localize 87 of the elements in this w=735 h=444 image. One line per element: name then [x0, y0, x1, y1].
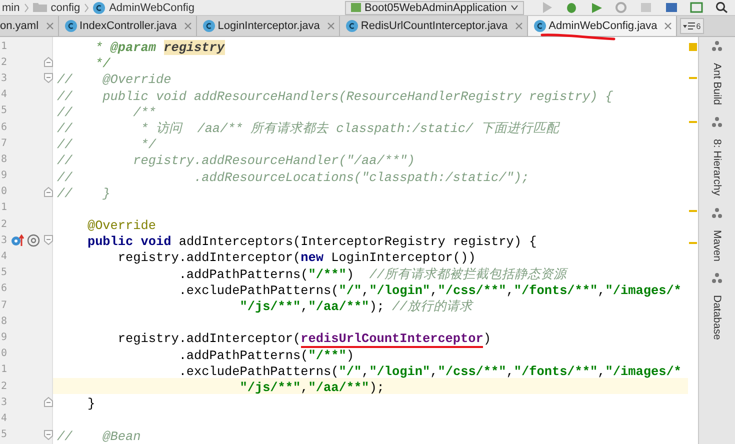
class-icon	[346, 20, 358, 32]
fold-icon[interactable]	[44, 73, 53, 84]
breadcrumb-item[interactable]: config	[50, 2, 80, 14]
tool-window-button[interactable]: 8: Hierarchy	[711, 139, 723, 196]
code-line: // @Bean	[56, 428, 141, 444]
code-line: // */	[56, 137, 156, 154]
code-line: }	[86, 396, 96, 412]
code-line: // .addResourceLocations("classpath:/static/");	[56, 170, 530, 186]
line-number: 3	[1, 396, 8, 408]
code-line: * @param registry	[94, 40, 225, 56]
line-number: 3	[1, 72, 8, 84]
line-number: 5	[1, 429, 8, 440]
line-number: 9	[1, 332, 8, 343]
line-number: 5	[1, 105, 8, 116]
code-line: registry.addInterceptor(redisUrlCountInterceptor)	[116, 331, 491, 348]
editor-tab[interactable]: AdminWebConfig.java	[528, 16, 678, 36]
close-icon[interactable]	[184, 22, 192, 30]
code-line: .addPathPatterns("/**")	[178, 348, 354, 364]
line-number: 7	[1, 138, 8, 149]
tab-list-button[interactable]: 6	[680, 18, 704, 34]
code-line: @Override	[86, 218, 156, 234]
tool-window-icon[interactable]	[712, 41, 722, 51]
line-number: 8	[1, 154, 8, 165]
tool-window-icon[interactable]	[712, 117, 722, 128]
breadcrumb-item[interactable]: AdminWebConfig	[109, 2, 194, 14]
line-number: 1	[1, 40, 8, 52]
tool-window-icon[interactable]	[712, 273, 722, 284]
class-icon	[64, 20, 77, 32]
fold-icon[interactable]	[44, 57, 53, 68]
line-number: 7	[1, 300, 8, 311]
code-line: .excludePathPatterns("/","/login","/css/**","/fonts/**","/images/*	[178, 364, 682, 380]
line-number: 2	[1, 380, 8, 392]
fold-icon[interactable]	[44, 186, 53, 197]
code-line: */	[94, 56, 110, 72]
line-number: 1	[1, 364, 8, 376]
code-line: public void addInterceptors(InterceptorRegistry registry) {	[86, 234, 537, 250]
line-number: 1	[1, 202, 8, 214]
tool-window-button[interactable]: Ant Build	[711, 63, 723, 106]
tool-window-button[interactable]: Database	[711, 295, 723, 340]
chevron-icon	[24, 2, 29, 12]
code-line: "/js/**","/aa/**"); //放行的请求	[238, 299, 472, 316]
stop-icon[interactable]	[640, 2, 653, 13]
line-number: 0	[1, 186, 8, 198]
code-line: .addPathPatterns("/**") //所有请求都被拦截包括静态资源	[178, 266, 566, 283]
close-icon[interactable]	[46, 22, 54, 30]
tool-window-button[interactable]: Maven	[711, 230, 723, 262]
fold-icon[interactable]	[44, 397, 53, 408]
fold-icon[interactable]	[44, 430, 53, 440]
class-icon	[202, 20, 215, 32]
code-line: // public void addResourceHandlers(ResourceHandlerRegistry registry) {	[56, 88, 613, 105]
close-icon[interactable]	[664, 22, 672, 30]
editor-tab[interactable]: on.yaml	[0, 16, 59, 36]
line-number: 3	[1, 234, 8, 246]
list-icon	[683, 22, 696, 30]
code-line: // }	[56, 186, 110, 202]
code-line: // registry.addResourceHandler("/aa/**")	[56, 153, 415, 170]
window-icon[interactable]	[690, 2, 703, 13]
fold-icon[interactable]	[44, 235, 53, 246]
line-number: 2	[1, 56, 8, 68]
line-number: 8	[1, 316, 8, 327]
breadcrumb-item[interactable]: min	[2, 2, 20, 14]
code-line: // @Override	[56, 72, 172, 89]
line-number: 4	[1, 89, 8, 100]
close-icon[interactable]	[514, 22, 523, 30]
line-number: 6	[1, 283, 8, 294]
line-number: 4	[1, 412, 8, 424]
code-line: registry.addInterceptor(new LoginInterceptor())	[116, 250, 476, 267]
class-icon	[93, 2, 106, 14]
code-line: .excludePathPatterns("/","/login","/css/**","/fonts/**","/images/*	[178, 282, 682, 299]
code-line: "/js/**","/aa/**");	[238, 380, 384, 396]
line-number: 9	[1, 170, 8, 182]
run-config-dropdown[interactable]: Boot05WebAdminApplication	[344, 0, 524, 14]
class-icon	[534, 20, 546, 32]
code-line: // * 访问 /aa/** 所有请求都去 classpath:/static/ 下面进行匹配	[56, 120, 559, 138]
override-marker-icon[interactable]	[11, 234, 24, 247]
search-icon[interactable]	[714, 2, 728, 13]
line-number: 5	[1, 267, 8, 278]
line-number: 6	[1, 122, 8, 133]
line-number: 4	[1, 251, 8, 262]
line-number: 0	[1, 348, 8, 360]
close-icon[interactable]	[326, 22, 335, 30]
caret-icon	[510, 5, 518, 10]
chevron-icon	[84, 2, 90, 12]
line-number: 2	[1, 218, 8, 230]
folder-icon	[32, 3, 47, 12]
code-line: // /**	[56, 104, 156, 121]
tool-window-icon[interactable]	[712, 208, 722, 218]
